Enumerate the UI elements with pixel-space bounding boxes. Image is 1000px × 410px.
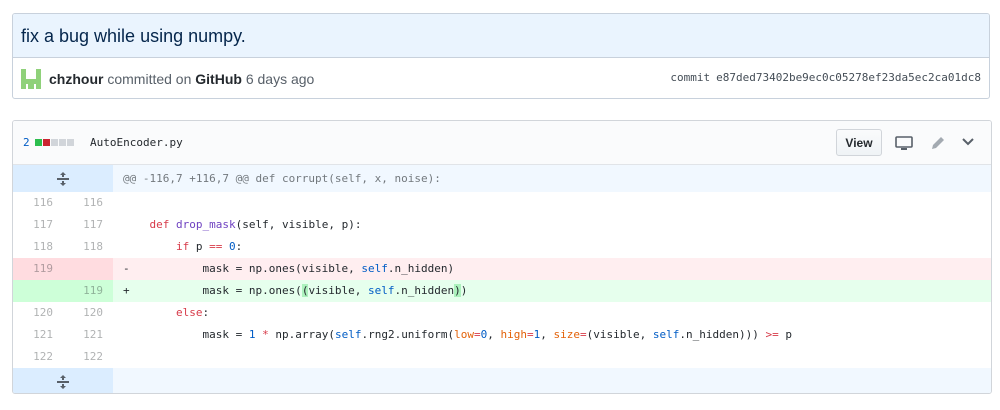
line-number-left[interactable]: 118: [13, 236, 63, 258]
code-line: + mask = np.ones((visible, self.n_hidden…: [113, 280, 991, 302]
line-number-right[interactable]: 120: [63, 302, 113, 324]
commit-title: fix a bug while using numpy.: [21, 26, 246, 46]
diff-line: 122 122: [13, 346, 991, 368]
commit-sha-value[interactable]: e87ded73402be9ec0c05278ef23da5ec2ca01dc8: [716, 71, 981, 84]
diff-line: 121 121 mask = 1 * np.array(self.rng2.un…: [13, 324, 991, 346]
diff-table: @@ -116,7 +116,7 @@ def corrupt(self, x,…: [13, 165, 991, 393]
line-number-left[interactable]: 117: [13, 214, 63, 236]
line-number-right[interactable]: 122: [63, 346, 113, 368]
code-line: if p == 0:: [175, 240, 243, 253]
expand-up-button[interactable]: [13, 165, 113, 192]
commit-sha: commit e87ded73402be9ec0c05278ef23da5ec2c…: [670, 71, 981, 84]
diffstat-block-neutral: [50, 139, 58, 146]
hunk-header-row: @@ -116,7 +116,7 @@ def corrupt(self, x,…: [13, 165, 991, 192]
commit-title-bar: fix a bug while using numpy.: [13, 14, 989, 58]
diff-line-deleted: 119 - mask = np.ones(visible, self.n_hid…: [13, 258, 991, 280]
expand-down-button[interactable]: [13, 368, 113, 393]
committer-link[interactable]: GitHub: [195, 71, 242, 87]
change-count: 2: [23, 136, 30, 149]
author-link[interactable]: chzhour: [49, 71, 103, 87]
pencil-icon[interactable]: [930, 135, 946, 156]
unfold-icon: [57, 171, 69, 186]
line-number-left[interactable]: 122: [13, 346, 63, 368]
code-line: else:: [175, 306, 210, 319]
expand-footer-row: [13, 368, 991, 393]
committed-on-text: committed on: [103, 70, 196, 87]
line-number-left[interactable]: 120: [13, 302, 63, 324]
code-line: mask = 1 * np.array(self.rng2.uniform(lo…: [123, 328, 792, 341]
diff-line: 116 116: [13, 192, 991, 214]
commit-age: 6 days ago: [241, 70, 315, 87]
desktop-icon[interactable]: [895, 135, 913, 156]
diff-line-added: 119 + mask = np.ones((visible, self.n_hi…: [13, 280, 991, 302]
view-button[interactable]: View: [836, 129, 882, 156]
line-number-left[interactable]: 119: [13, 258, 63, 280]
code-line: def drop_mask(self, visible, p):: [149, 218, 362, 231]
line-number-right[interactable]: 119: [63, 280, 113, 302]
file-diff: 2 AutoEncoder.py View @@ -116,7 +116,7 @…: [12, 120, 992, 394]
commit-sha-label: commit: [670, 71, 711, 84]
diffstat-block-del: [42, 139, 50, 146]
line-number-right[interactable]: 117: [63, 214, 113, 236]
diffstat: 2: [23, 136, 75, 149]
commit-header: fix a bug while using numpy. chzhour com…: [12, 13, 990, 99]
unfold-icon: [57, 374, 69, 389]
diff-line: 120 120 else:: [13, 302, 991, 324]
diff-line: 118 118 if p == 0:: [13, 236, 991, 258]
file-header: 2 AutoEncoder.py View: [13, 121, 991, 165]
commit-meta: chzhour committed on GitHub 6 days ago c…: [13, 58, 989, 98]
line-number-right[interactable]: 116: [63, 192, 113, 214]
line-number-right[interactable]: [63, 258, 113, 280]
line-number-left[interactable]: 121: [13, 324, 63, 346]
avatar[interactable]: [21, 68, 41, 89]
file-name[interactable]: AutoEncoder.py: [90, 136, 183, 149]
diffstat-block-add: [34, 139, 42, 146]
line-number-left[interactable]: [13, 280, 63, 302]
line-number-left[interactable]: 116: [13, 192, 63, 214]
line-number-right[interactable]: 121: [63, 324, 113, 346]
chevron-down-icon[interactable]: [961, 134, 975, 155]
code-line: - mask = np.ones(visible, self.n_hidden): [113, 258, 991, 280]
diff-line: 117 117 def drop_mask(self, visible, p):: [13, 214, 991, 236]
diffstat-block-neutral: [66, 139, 74, 146]
expand-footer-fill: [113, 368, 991, 393]
line-number-right[interactable]: 118: [63, 236, 113, 258]
hunk-header-text: @@ -116,7 +116,7 @@ def corrupt(self, x,…: [113, 165, 991, 192]
diffstat-block-neutral: [58, 139, 66, 146]
